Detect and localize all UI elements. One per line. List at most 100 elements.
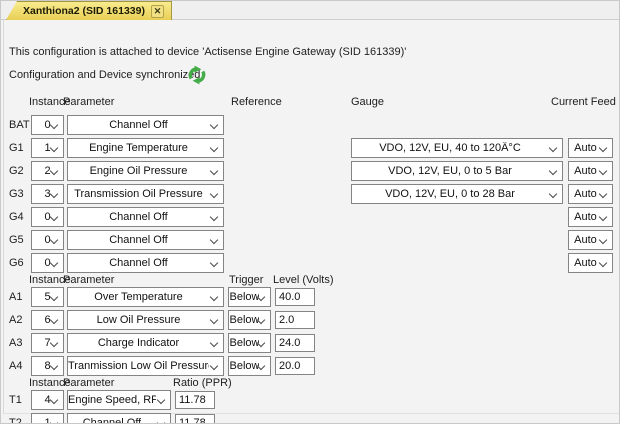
alarm-row-a3: A3 7 Charge Indicator Below <box>1 333 620 353</box>
instance-select[interactable]: 6 <box>31 310 64 330</box>
chevron-down-icon <box>210 362 218 370</box>
instance-select[interactable]: 0 <box>31 253 64 273</box>
chevron-down-icon <box>210 144 218 152</box>
instance-select[interactable]: 7 <box>31 333 64 353</box>
chevron-down-icon <box>50 167 58 175</box>
current-feed-select[interactable]: Auto <box>568 253 613 273</box>
chevron-down-icon <box>50 396 58 404</box>
chevron-down-icon <box>210 259 218 267</box>
chevron-down-icon <box>210 167 218 175</box>
alarm-row-a1: A1 5 Over Temperature Below <box>1 287 620 307</box>
parameter-select[interactable]: Transmission Oil Pressure <box>67 184 224 204</box>
current-feed-select[interactable]: Auto <box>568 184 613 204</box>
trigger-select[interactable]: Below <box>228 356 271 376</box>
chevron-down-icon <box>210 293 218 301</box>
chevron-down-icon <box>50 190 58 198</box>
channel-label: A1 <box>9 287 33 307</box>
chevron-down-icon <box>210 316 218 324</box>
tacho-row-t2: T2 1 Channel Off <box>1 413 620 424</box>
channel-label: G4 <box>9 207 33 227</box>
current-feed-select[interactable]: Auto <box>568 138 613 158</box>
gauge-select[interactable]: VDO, 12V, EU, 0 to 28 Bar <box>351 184 563 204</box>
instance-select[interactable]: 0 <box>31 230 64 250</box>
instance-select[interactable]: 4 <box>31 390 64 410</box>
chevron-down-icon <box>50 419 58 424</box>
close-icon[interactable]: ✕ <box>151 5 164 18</box>
tacho-row-t1: T1 4 Engine Speed, RPM <box>1 390 620 410</box>
sync-icon <box>187 65 207 85</box>
level-input[interactable] <box>275 334 315 352</box>
parameter-select[interactable]: Channel Off <box>67 115 224 135</box>
tab-xanthiona2[interactable]: Xanthiona2 (SID 161339) ✕ <box>6 1 172 20</box>
alarm-header-trigger: Trigger <box>229 274 263 286</box>
chevron-down-icon <box>210 121 218 129</box>
alarm-header-parameter: Parameter <box>63 274 114 286</box>
chevron-down-icon <box>50 259 58 267</box>
parameter-select[interactable]: Channel Off <box>67 413 171 424</box>
instance-select[interactable]: 1 <box>31 413 64 424</box>
ratio-input[interactable] <box>175 391 215 409</box>
sync-status-text: Configuration and Device synchronized <box>9 69 200 81</box>
current-feed-select[interactable]: Auto <box>568 230 613 250</box>
chevron-down-icon <box>599 236 607 244</box>
chevron-down-icon <box>50 293 58 301</box>
chevron-down-icon <box>50 213 58 221</box>
trigger-select[interactable]: Below <box>228 310 271 330</box>
parameter-select[interactable]: Tranmission Low Oil Pressure <box>67 356 224 376</box>
channel-row-g1: G1 1 Engine Temperature VDO, 12V, EU, 40… <box>1 138 620 158</box>
instance-select[interactable]: 0 <box>31 115 64 135</box>
instance-select[interactable]: 1 <box>31 138 64 158</box>
alarm-header-level: Level (Volts) <box>273 274 334 286</box>
parameter-select[interactable]: Over Temperature <box>67 287 224 307</box>
instance-select[interactable]: 3 <box>31 184 64 204</box>
instance-select[interactable]: 5 <box>31 287 64 307</box>
parameter-select[interactable]: Channel Off <box>67 230 224 250</box>
header-current-feed: Current Feed <box>551 96 616 108</box>
current-feed-select[interactable]: Auto <box>568 207 613 227</box>
chevron-down-icon <box>210 190 218 198</box>
channel-label: BAT <box>9 115 33 135</box>
level-input[interactable] <box>275 357 315 375</box>
channel-row-g6: G6 0 Channel Off Auto <box>1 253 620 273</box>
chevron-down-icon <box>599 167 607 175</box>
current-feed-select[interactable]: Auto <box>568 161 613 181</box>
tab-bar: Xanthiona2 (SID 161339) ✕ <box>1 1 620 20</box>
parameter-select[interactable]: Engine Oil Pressure <box>67 161 224 181</box>
attached-device-text: This configuration is attached to device… <box>9 46 406 58</box>
parameter-select[interactable]: Low Oil Pressure <box>67 310 224 330</box>
chevron-down-icon <box>50 316 58 324</box>
ratio-input[interactable] <box>175 414 215 424</box>
channel-label: G5 <box>9 230 33 250</box>
channel-label: G1 <box>9 138 33 158</box>
level-input[interactable] <box>275 311 315 329</box>
instance-select[interactable]: 2 <box>31 161 64 181</box>
gauge-select[interactable]: VDO, 12V, EU, 40 to 120Â°C <box>351 138 563 158</box>
channel-label: G6 <box>9 253 33 273</box>
trigger-select[interactable]: Below <box>228 333 271 353</box>
chevron-down-icon <box>549 167 557 175</box>
instance-select[interactable]: 0 <box>31 207 64 227</box>
channel-row-g2: G2 2 Engine Oil Pressure VDO, 12V, EU, 0… <box>1 161 620 181</box>
chevron-down-icon <box>599 190 607 198</box>
chevron-down-icon <box>599 213 607 221</box>
alarm-row-a4: A4 8 Tranmission Low Oil Pressure Below <box>1 356 620 376</box>
chevron-down-icon <box>549 190 557 198</box>
engine-gateway-config-window: Xanthiona2 (SID 161339) ✕ This configura… <box>0 0 620 424</box>
tacho-header-ratio: Ratio (PPR) <box>173 377 232 389</box>
parameter-select[interactable]: Charge Indicator <box>67 333 224 353</box>
chevron-down-icon <box>599 259 607 267</box>
trigger-select[interactable]: Below <box>228 287 271 307</box>
gauge-select[interactable]: VDO, 12V, EU, 0 to 5 Bar <box>351 161 563 181</box>
channel-label: T2 <box>9 413 33 424</box>
channel-label: A4 <box>9 356 33 376</box>
level-input[interactable] <box>275 288 315 306</box>
parameter-select[interactable]: Channel Off <box>67 253 224 273</box>
parameter-select[interactable]: Engine Temperature <box>67 138 224 158</box>
parameter-select[interactable]: Engine Speed, RPM <box>67 390 171 410</box>
chevron-down-icon <box>157 419 165 424</box>
chevron-down-icon <box>50 339 58 347</box>
tacho-header-parameter: Parameter <box>63 377 114 389</box>
parameter-select[interactable]: Channel Off <box>67 207 224 227</box>
header-parameter: Parameter <box>63 96 114 108</box>
instance-select[interactable]: 8 <box>31 356 64 376</box>
